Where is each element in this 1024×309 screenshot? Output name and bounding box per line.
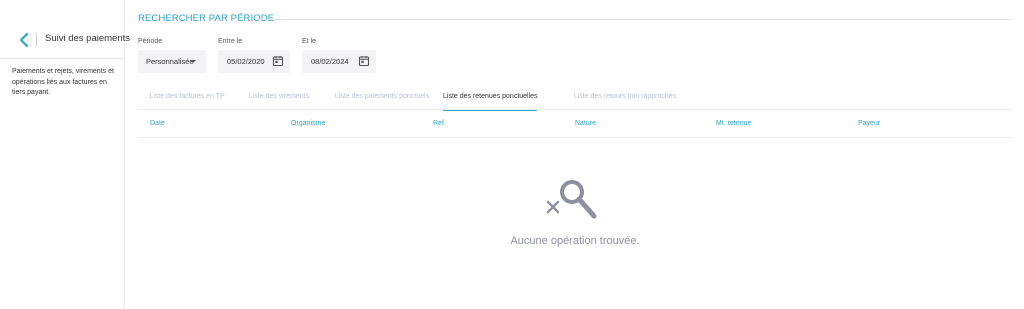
caret-down-icon: [190, 60, 196, 63]
period-select[interactable]: Personnalisée: [138, 50, 206, 73]
sidebar-header: Suivi des paiements: [0, 22, 130, 58]
period-value: Personnalisée: [146, 57, 194, 66]
sidebar-title: Suivi des paiements: [45, 33, 131, 44]
search-no-result-icon: [546, 180, 597, 219]
table-header-rule: [138, 137, 1012, 138]
tab-retours-non-rapproches[interactable]: Liste des retours non rapprochés: [558, 88, 692, 109]
from-date-field[interactable]: 05/02/2020: [218, 50, 290, 73]
sidebar-description: Paiements et rejets, virements et opérat…: [12, 68, 114, 96]
empty-state-message: Aucune opération trouvée.: [510, 235, 640, 247]
from-date-label: Entre le: [218, 38, 243, 45]
from-date-value: 05/02/2020: [227, 57, 265, 66]
column-header-mt-retenue[interactable]: Mt. retenue: [716, 120, 751, 127]
column-header-ref[interactable]: Ref: [433, 120, 444, 127]
column-header-organisme[interactable]: Organisme: [291, 120, 325, 127]
tab-paiements-ponctuels[interactable]: Liste des paiements ponctuels: [322, 88, 442, 109]
sidebar-divider: [0, 58, 124, 59]
column-header-date[interactable]: Date: [150, 120, 165, 127]
period-label: Période: [138, 38, 163, 45]
column-header-payeur[interactable]: Payeur: [858, 120, 880, 127]
section-rule: [259, 19, 1012, 20]
tab-virements[interactable]: Liste des virements: [236, 88, 322, 109]
back-arrow-icon[interactable]: [16, 31, 32, 49]
tab-retenues-ponctuelles[interactable]: Liste des retenues ponctuelles: [443, 88, 538, 111]
calendar-icon[interactable]: [358, 55, 370, 67]
tabs-rule: [138, 109, 1012, 110]
tab-factures-tp[interactable]: Liste des factures en TP: [138, 88, 236, 109]
section-title: RECHERCHER PAR PÉRIODE: [138, 13, 275, 24]
to-date-label: Et le: [302, 38, 317, 45]
sidebar: Suivi des paiements Paiements et rejets,…: [0, 0, 130, 309]
calendar-icon[interactable]: [272, 55, 284, 67]
main-content: RECHERCHER PAR PÉRIODE Période Personnal…: [138, 0, 1018, 309]
header-separator: [36, 33, 37, 46]
tab-bar: Liste des factures en TP Liste des virem…: [138, 88, 1012, 111]
to-date-field[interactable]: 08/02/2024: [302, 50, 376, 73]
column-header-nature[interactable]: Nature: [575, 120, 596, 127]
to-date-value: 08/02/2024: [311, 57, 349, 66]
